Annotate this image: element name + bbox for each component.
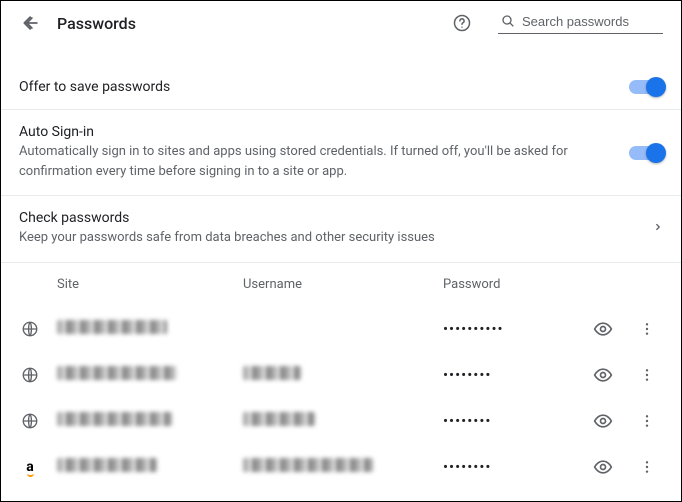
auto-signin-toggle[interactable] (629, 146, 663, 160)
table-row[interactable]: •••••••• (19, 398, 663, 444)
globe-icon (19, 364, 41, 386)
cell-username (243, 365, 443, 384)
more-vert-icon (639, 321, 655, 337)
cell-password: •••••••• (443, 458, 593, 476)
show-password-button[interactable] (593, 365, 613, 385)
more-vert-icon (639, 459, 655, 475)
page-title: Passwords (57, 14, 136, 33)
eye-icon (593, 319, 613, 339)
search-input[interactable] (522, 14, 661, 29)
offer-to-save-section: Offer to save passwords (1, 45, 681, 110)
offer-to-save-label: Offer to save passwords (19, 79, 609, 95)
more-actions-button[interactable] (637, 411, 657, 431)
show-password-button[interactable] (593, 411, 613, 431)
check-passwords-label: Check passwords (19, 210, 633, 226)
eye-icon (593, 365, 613, 385)
back-button[interactable] (19, 11, 43, 35)
cell-site (57, 457, 243, 476)
table-row[interactable]: •••••••••• (19, 306, 663, 352)
cell-username (243, 411, 443, 430)
more-actions-button[interactable] (637, 365, 657, 385)
cell-password: •••••••• (443, 366, 593, 384)
auto-signin-section: Auto Sign-in Automatically sign in to si… (1, 110, 681, 196)
cell-site (57, 365, 243, 384)
more-actions-button[interactable] (637, 319, 657, 339)
eye-icon (593, 411, 613, 431)
check-passwords-desc: Keep your passwords safe from data breac… (19, 228, 633, 248)
globe-icon (19, 410, 41, 432)
show-password-button[interactable] (593, 319, 613, 339)
offer-to-save-toggle[interactable] (629, 80, 663, 94)
table-row[interactable]: a •••••••• (19, 444, 663, 490)
more-vert-icon (639, 367, 655, 383)
arrow-left-icon (21, 13, 41, 33)
globe-icon (19, 318, 41, 340)
help-button[interactable] (450, 11, 474, 35)
table-row[interactable]: •••••••• (19, 352, 663, 398)
passwords-table: Site Username Password •••••••••• ••••••… (1, 263, 681, 490)
more-actions-button[interactable] (637, 457, 657, 477)
cell-password: •••••••••• (443, 320, 593, 338)
col-site: Site (57, 277, 243, 292)
header: Passwords (1, 1, 681, 45)
search-field[interactable] (498, 12, 663, 34)
amazon-icon: a (19, 456, 41, 478)
show-password-button[interactable] (593, 457, 613, 477)
help-icon (452, 13, 472, 33)
auto-signin-label: Auto Sign-in (19, 124, 609, 140)
cell-password: •••••••• (443, 412, 593, 430)
check-passwords-section[interactable]: Check passwords Keep your passwords safe… (1, 196, 681, 263)
search-icon (500, 13, 516, 29)
table-header: Site Username Password (19, 263, 663, 306)
col-password: Password (443, 277, 663, 292)
cell-username (243, 457, 443, 476)
chevron-right-icon (653, 219, 663, 238)
cell-site (57, 411, 243, 430)
auto-signin-desc: Automatically sign in to sites and apps … (19, 142, 609, 181)
cell-site (57, 319, 243, 338)
col-username: Username (243, 277, 443, 292)
eye-icon (593, 457, 613, 477)
more-vert-icon (639, 413, 655, 429)
